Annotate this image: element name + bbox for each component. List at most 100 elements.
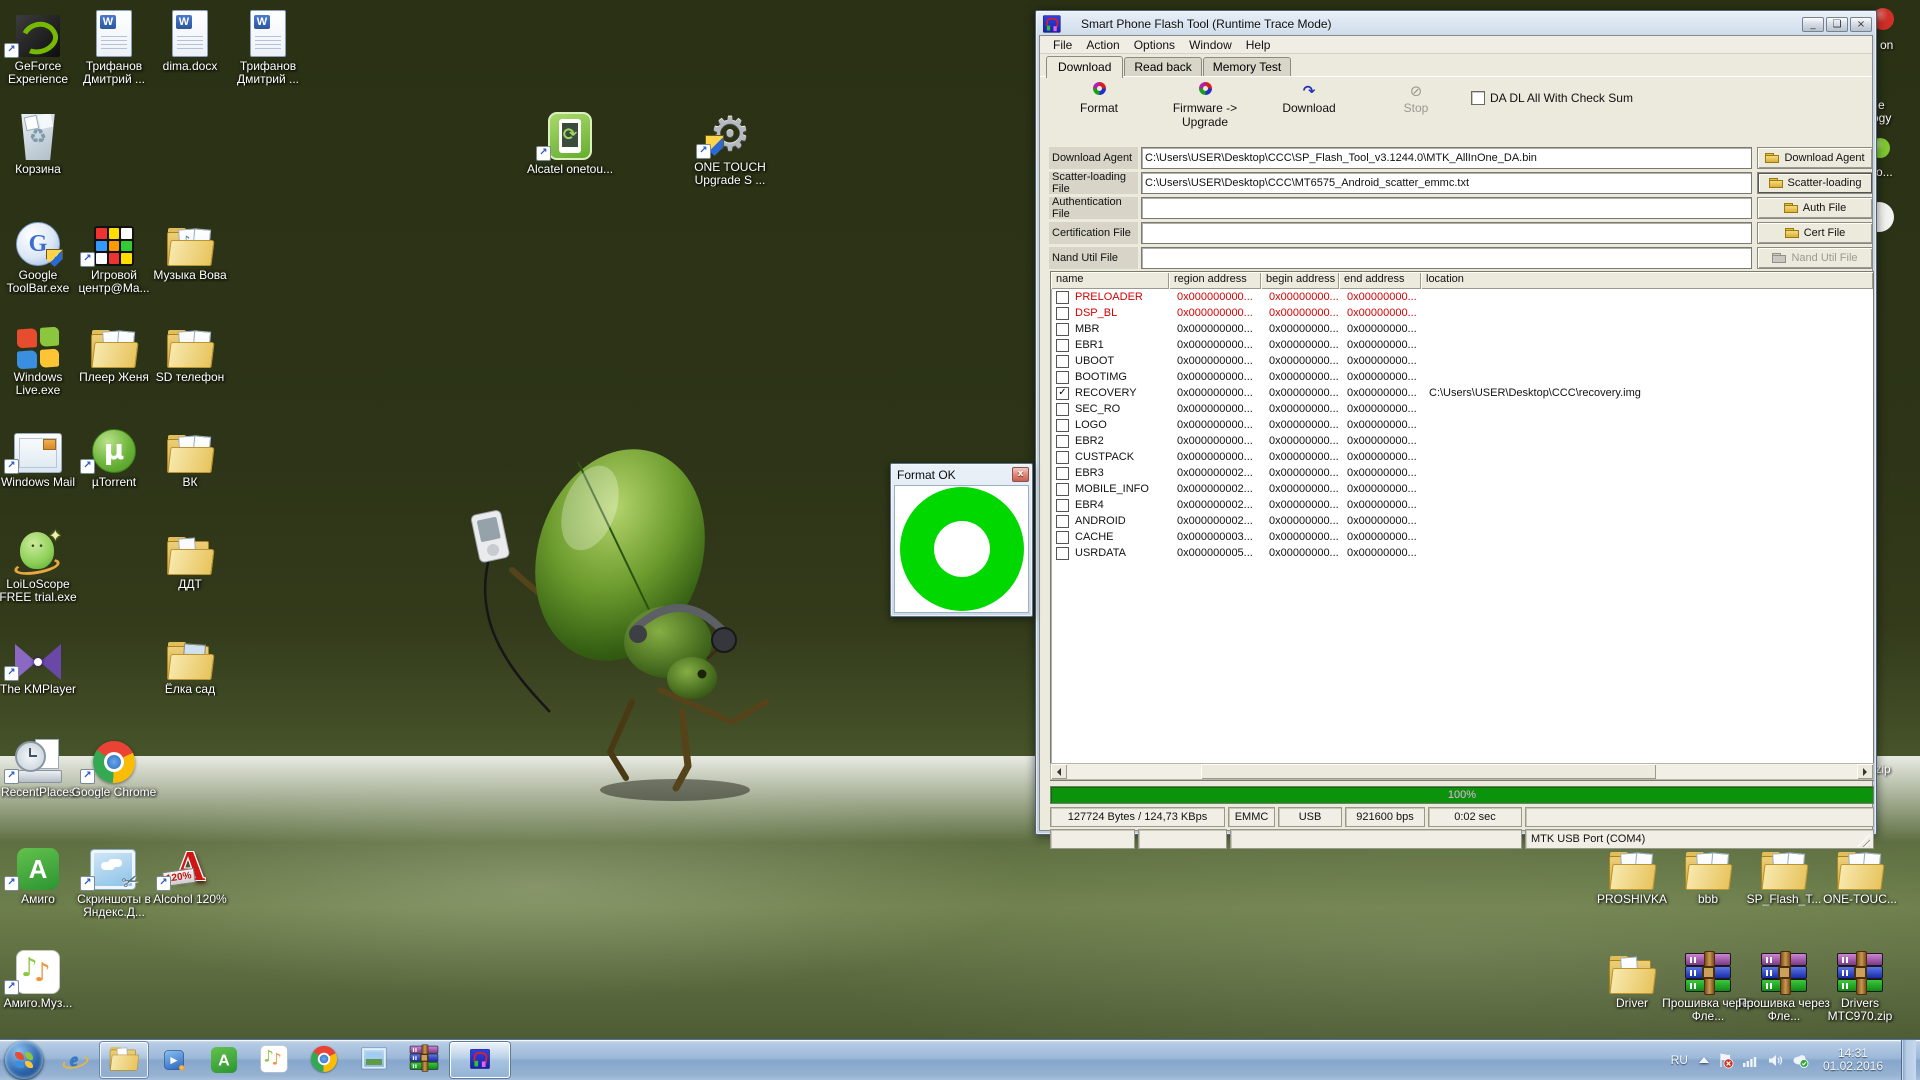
field-value[interactable] [1141,222,1752,244]
row-checkbox[interactable] [1056,435,1069,448]
desktop-icon-trifanov-dmitriy-2[interactable]: WТрифанов Дмитрий ... [220,7,316,86]
download-button[interactable]: ↷ Download [1254,82,1364,115]
partition-row-bootimg[interactable]: BOOTIMG0x000000000...0x00000000...0x0000… [1051,369,1873,385]
row-checkbox[interactable] [1056,531,1069,544]
column-header-end-address[interactable]: end address [1339,272,1421,289]
menu-options[interactable]: Options [1127,37,1182,53]
scrollbar-thumb[interactable] [1201,764,1656,779]
partition-row-uboot[interactable]: UBOOT0x000000000...0x00000000...0x000000… [1051,353,1873,369]
row-checkbox[interactable] [1056,499,1069,512]
field-value[interactable]: C:\Users\USER\Desktop\CCC\MT6575_Android… [1141,172,1752,194]
row-checkbox[interactable] [1056,483,1069,496]
partial-desktop-label-0[interactable]: on [1880,38,1893,52]
partition-row-usrdata[interactable]: USRDATA0x000000005...0x00000000...0x0000… [1051,545,1873,561]
desktop-icon-muzyka-vova[interactable]: ♪Музыка Вова [142,216,238,282]
auth-file-button[interactable]: Auth File [1757,197,1873,219]
taskbar-button-internet-explorer[interactable] [50,1042,98,1078]
taskbar-button-amigo-music[interactable]: ♪♪ [250,1042,298,1078]
tray-expand-arrow[interactable] [1699,1057,1709,1063]
cert-file-button[interactable]: Cert File [1757,222,1873,244]
row-checkbox[interactable] [1056,547,1069,560]
desktop-icon-google-chrome[interactable]: Google Chrome [66,733,162,799]
menu-action[interactable]: Action [1079,37,1126,53]
partial-desktop-label-1[interactable]: e [1878,98,1885,112]
partition-row-dsp_bl[interactable]: DSP_BL0x000000000...0x00000000...0x00000… [1051,305,1873,321]
minimize-button[interactable]: _ [1802,17,1824,32]
partition-row-cache[interactable]: CACHE0x000000003...0x00000000...0x000000… [1051,529,1873,545]
volume-icon[interactable] [1767,1052,1784,1069]
menu-help[interactable]: Help [1239,37,1278,53]
desktop-icon-one-touc-folder[interactable]: ONE-TOUC... [1812,840,1908,906]
taskbar-button-chrome[interactable] [300,1042,348,1078]
close-button[interactable]: × [1850,17,1872,32]
row-checkbox[interactable] [1056,291,1069,304]
partition-row-ebr2[interactable]: EBR20x000000000...0x00000000...0x0000000… [1051,433,1873,449]
taskbar-button-sp-flash-tool[interactable] [450,1042,510,1078]
desktop-icon-alcatel-onetouch[interactable]: ⟳Alcatel onetou... [522,110,618,176]
checkbox-box[interactable] [1471,91,1485,105]
desktop-icon-sd-telefon[interactable]: SD телефон [142,318,238,384]
partition-row-preloader[interactable]: PRELOADER0x000000000...0x00000000...0x00… [1051,289,1873,305]
taskbar-button-amigo[interactable] [200,1042,248,1078]
desktop-icon-korzina[interactable]: Корзина [0,110,86,176]
partition-row-mobile_info[interactable]: MOBILE_INFO0x000000002...0x00000000...0x… [1051,481,1873,497]
desktop-icon-vk-folder[interactable]: ВК [142,423,238,489]
network-signal-icon[interactable] [1742,1052,1759,1069]
column-header-begin-address[interactable]: begin address [1261,272,1339,289]
taskbar-button-windows-explorer[interactable] [100,1042,148,1078]
taskbar-button-media-player[interactable] [150,1042,198,1078]
partial-desktop-label-3[interactable]: o... [1876,165,1893,179]
show-desktop-button[interactable] [1901,1040,1916,1080]
tab-memory-test[interactable]: Memory Test [1203,57,1291,77]
row-checkbox[interactable] [1056,355,1069,368]
desktop-icon-amigo-muz[interactable]: ♪♪Амиго.Муз... [0,944,86,1010]
desktop-icon-kmplayer[interactable]: The KMPlayer [0,630,86,696]
column-header-name[interactable]: name [1051,272,1169,289]
row-checkbox[interactable]: ✓ [1056,387,1069,400]
taskbar-clock[interactable]: 14:31 01.02.2016 [1817,1047,1889,1073]
field-value[interactable] [1141,247,1752,269]
desktop-icon-one-touch-upgrade[interactable]: ⚙ONE TOUCH Upgrade S ... [682,108,778,187]
maximize-button[interactable]: ❏ [1826,17,1848,32]
menu-window[interactable]: Window [1182,37,1239,53]
start-button[interactable] [5,1041,43,1079]
row-checkbox[interactable] [1056,419,1069,432]
scroll-right-arrow[interactable] [1857,764,1873,779]
partition-row-ebr4[interactable]: EBR40x000000002...0x00000000...0x0000000… [1051,497,1873,513]
taskbar-button-winrar[interactable] [400,1042,448,1078]
partition-row-logo[interactable]: LOGO0x000000000...0x00000000...0x0000000… [1051,417,1873,433]
action-center-flag-icon[interactable] [1717,1052,1734,1069]
download-agent-button[interactable]: Download Agent [1757,147,1873,169]
column-header-region-address[interactable]: region address [1169,272,1261,289]
partition-row-recovery[interactable]: ✓RECOVERY0x000000000...0x00000000...0x00… [1051,385,1873,401]
scatter-loading-button[interactable]: Scatter-loading [1757,172,1873,194]
desktop-icon-elka-sad[interactable]: Ёлка сад [142,630,238,696]
tab-read-back[interactable]: Read back [1124,57,1201,77]
language-indicator[interactable]: RU [1668,1053,1691,1067]
row-checkbox[interactable] [1056,467,1069,480]
desktop-icon-ddt-folder[interactable]: ДДТ [142,525,238,591]
menu-file[interactable]: File [1046,37,1079,53]
taskbar-button-photo-viewer[interactable] [350,1042,398,1078]
desktop-icon-drivers-mtc970[interactable]: Drivers MTC970.zip [1812,944,1908,1023]
partition-row-ebr1[interactable]: EBR10x000000000...0x00000000...0x0000000… [1051,337,1873,353]
da-dl-checksum-checkbox[interactable]: DA DL All With Check Sum [1471,91,1633,105]
row-checkbox[interactable] [1056,339,1069,352]
partition-row-ebr3[interactable]: EBR30x000000002...0x00000000...0x0000000… [1051,465,1873,481]
column-header-location[interactable]: location [1421,272,1873,289]
firmware-upgrade-button[interactable]: Firmware -> Upgrade [1150,82,1260,129]
row-checkbox[interactable] [1056,403,1069,416]
cloud-sync-icon[interactable] [1792,1052,1809,1069]
tab-download[interactable]: Download [1046,56,1123,78]
row-checkbox[interactable] [1056,451,1069,464]
desktop-icon-alcohol-120[interactable]: A120%Alcohol 120% [142,840,238,906]
partition-row-mbr[interactable]: MBR0x000000000...0x00000000...0x00000000… [1051,321,1873,337]
row-checkbox[interactable] [1056,371,1069,384]
partition-row-custpack[interactable]: CUSTPACK0x000000000...0x00000000...0x000… [1051,449,1873,465]
row-checkbox[interactable] [1056,323,1069,336]
row-checkbox[interactable] [1056,307,1069,320]
format-button[interactable]: Format [1044,82,1154,115]
desktop-icon-loiloscope[interactable]: ✦LoiLoScope FREE trial.exe [0,525,86,604]
row-checkbox[interactable] [1056,515,1069,528]
format-ok-close-button[interactable]: x [1012,467,1029,482]
